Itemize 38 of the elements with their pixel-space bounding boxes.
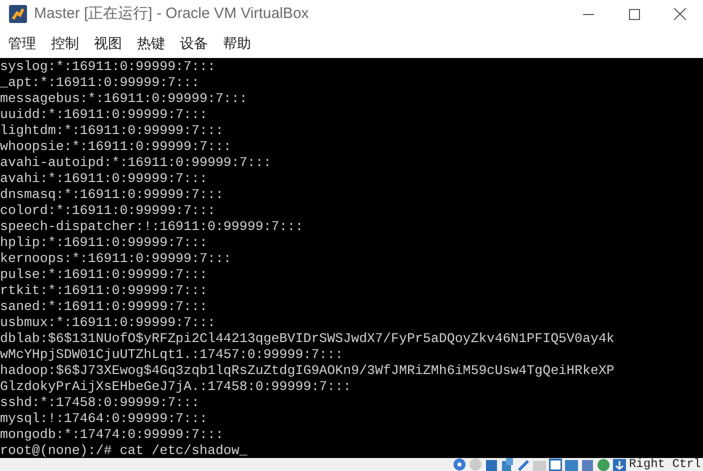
- terminal-line: mongodb:*:17474:0:99999:7:::: [0, 427, 224, 443]
- menu-item[interactable]: 热键: [137, 32, 165, 54]
- close-icon: [674, 8, 686, 20]
- terminal-line: saned:*:16911:0:99999:7:::: [0, 299, 208, 315]
- menu-item[interactable]: 控制: [51, 32, 79, 54]
- maximize-icon: [628, 8, 640, 20]
- app-logo-icon: [9, 5, 27, 23]
- arrow-down-icon[interactable]: [612, 458, 626, 471]
- terminal-line: uuidd:*:16911:0:99999:7:::: [0, 107, 208, 123]
- terminal-line: pulse:*:16911:0:99999:7:::: [0, 267, 208, 283]
- terminal-line: wMcYHpjSDW01CjuUTZhLqt1.:17457:0:99999:7:::: [0, 347, 344, 363]
- window-title: Master [正在运行] - Oracle VM VirtualBox: [34, 4, 309, 24]
- menu-item[interactable]: 设备: [180, 32, 208, 54]
- terminal-line: sshd:*:17458:0:99999:7:::: [0, 395, 200, 411]
- menu-item[interactable]: 视图: [94, 32, 122, 54]
- terminal-line: rtkit:*:16911:0:99999:7:::: [0, 283, 208, 299]
- menu-item[interactable]: 管理: [8, 32, 36, 54]
- terminal-line: usbmux:*:16911:0:99999:7:::: [0, 315, 216, 331]
- terminal-line: whoopsie:*:16911:0:99999:7:::: [0, 139, 232, 155]
- terminal-line: colord:*:16911:0:99999:7:::: [0, 203, 216, 219]
- disc-icon[interactable]: [452, 458, 466, 471]
- terminal-line: _apt:*:16911:0:99999:7:::: [0, 75, 200, 91]
- terminal-line: lightdm:*:16911:0:99999:7:::: [0, 123, 224, 139]
- terminal-line: GlzdokyPrAijXsEHbeGeJ7jA.:17458:0:99999:7:::: [0, 379, 352, 395]
- terminal-line: mysql:!:17464:0:99999:7:::: [0, 411, 208, 427]
- terminal-line: avahi:*:16911:0:99999:7:::: [0, 171, 208, 187]
- terminal-line: dnsmasq:*:16911:0:99999:7:::: [0, 187, 224, 203]
- terminal-line: messagebus:*:16911:0:99999:7:::: [0, 91, 248, 107]
- terminal-line: speech-dispatcher:!:16911:0:99999:7:::: [0, 219, 304, 235]
- terminal-line: hadoop:$6$J73XEwog$4Gq3zqb1lqRsZuZtdgIG9AOKn9/3WfJMRiZMh6iM59cUsw4TgQeiHRkeXP: [0, 363, 614, 379]
- menu-item[interactable]: 帮助: [223, 32, 251, 54]
- host-key-label: Right Ctrl: [628, 458, 701, 471]
- terminal-line: kernoops:*:16911:0:99999:7:::: [0, 251, 232, 267]
- terminal-line: syslog:*:16911:0:99999:7:::: [0, 59, 216, 75]
- terminal-line: root@(none):/# cat /etc/shadow_: [0, 443, 248, 458]
- terminal-line: avahi-autoipd:*:16911:0:99999:7:::: [0, 155, 272, 171]
- terminal-line: dblab:$6$131NUofO$yRFZpi2Cl44213qgeBVIDrSWSJwdX7/FyPr5aDQoyZkv46N1PFIQ5V0ay4k: [0, 331, 614, 347]
- terminal-line: hplip:*:16911:0:99999:7:::: [0, 235, 208, 251]
